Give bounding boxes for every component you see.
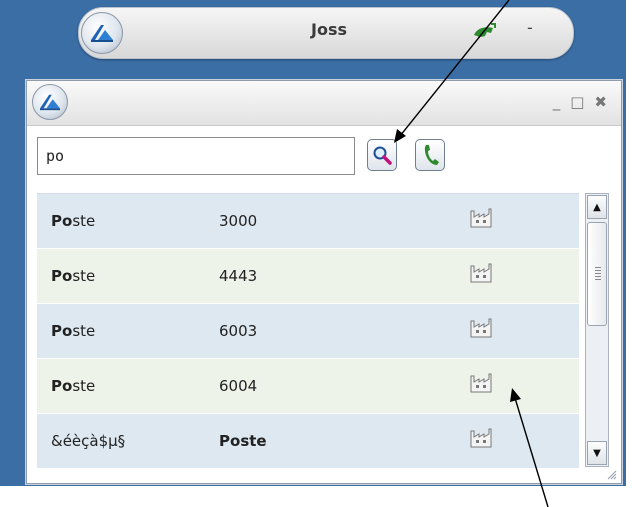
result-number: 6003 — [219, 322, 258, 340]
match-highlight: Po — [51, 267, 73, 285]
mini-contact-bar: Joss - — [78, 7, 574, 59]
magnifier-icon — [373, 146, 392, 165]
results-list: Poste 3000 Poste 4443 Poste 6003 Poste 6… — [37, 193, 579, 470]
match-highlight: Po — [51, 377, 73, 395]
resize-grip-icon[interactable] — [607, 470, 617, 480]
result-name: ste — [72, 212, 96, 230]
result-company: ste — [240, 432, 267, 450]
factory-icon — [469, 428, 493, 452]
list-item[interactable]: Poste 6004 — [37, 359, 579, 414]
phone-icon[interactable] — [471, 20, 497, 48]
scroll-down-button[interactable]: ▼ — [587, 441, 607, 465]
phone-icon — [424, 145, 439, 165]
maximize-button[interactable]: □ — [570, 93, 584, 111]
scroll-up-button[interactable]: ▲ — [587, 195, 607, 219]
result-name: ste — [72, 377, 96, 395]
window-titlebar[interactable]: _ □ ✖ — [27, 81, 621, 126]
scrollbar-thumb[interactable] — [587, 222, 607, 326]
list-item[interactable]: Poste 4443 — [37, 249, 579, 304]
list-item[interactable]: &éèçà$µ§ Poste — [37, 414, 579, 469]
result-name: ste — [72, 322, 96, 340]
grip-icon — [595, 267, 601, 282]
list-item[interactable]: Poste 3000 — [37, 194, 579, 249]
app-logo-icon[interactable] — [32, 84, 68, 120]
minibar-menu-button[interactable]: - — [527, 18, 533, 37]
result-number: 3000 — [219, 212, 258, 230]
result-number: 6004 — [219, 377, 258, 395]
match-highlight: Po — [219, 432, 241, 450]
result-name: &éèçà$µ§ — [51, 432, 126, 450]
factory-icon — [469, 318, 493, 342]
factory-icon — [469, 263, 493, 287]
result-number: 4443 — [219, 267, 258, 285]
close-button[interactable]: ✖ — [594, 93, 607, 111]
contact-name: Joss — [311, 20, 347, 39]
directory-window: _ □ ✖ Poste 3000 Poste 4443 — [26, 80, 622, 484]
list-item[interactable]: Poste 6003 — [37, 304, 579, 359]
search-input[interactable] — [37, 137, 355, 175]
minimize-button[interactable]: _ — [553, 93, 561, 111]
result-name: ste — [72, 267, 96, 285]
app-logo-icon[interactable] — [81, 12, 123, 54]
factory-icon — [469, 208, 493, 232]
call-button[interactable] — [415, 139, 445, 171]
factory-icon — [469, 373, 493, 397]
results-scrollbar[interactable]: ▲ ▼ — [585, 193, 609, 467]
match-highlight: Po — [51, 322, 73, 340]
match-highlight: Po — [51, 212, 73, 230]
search-button[interactable] — [367, 139, 397, 171]
